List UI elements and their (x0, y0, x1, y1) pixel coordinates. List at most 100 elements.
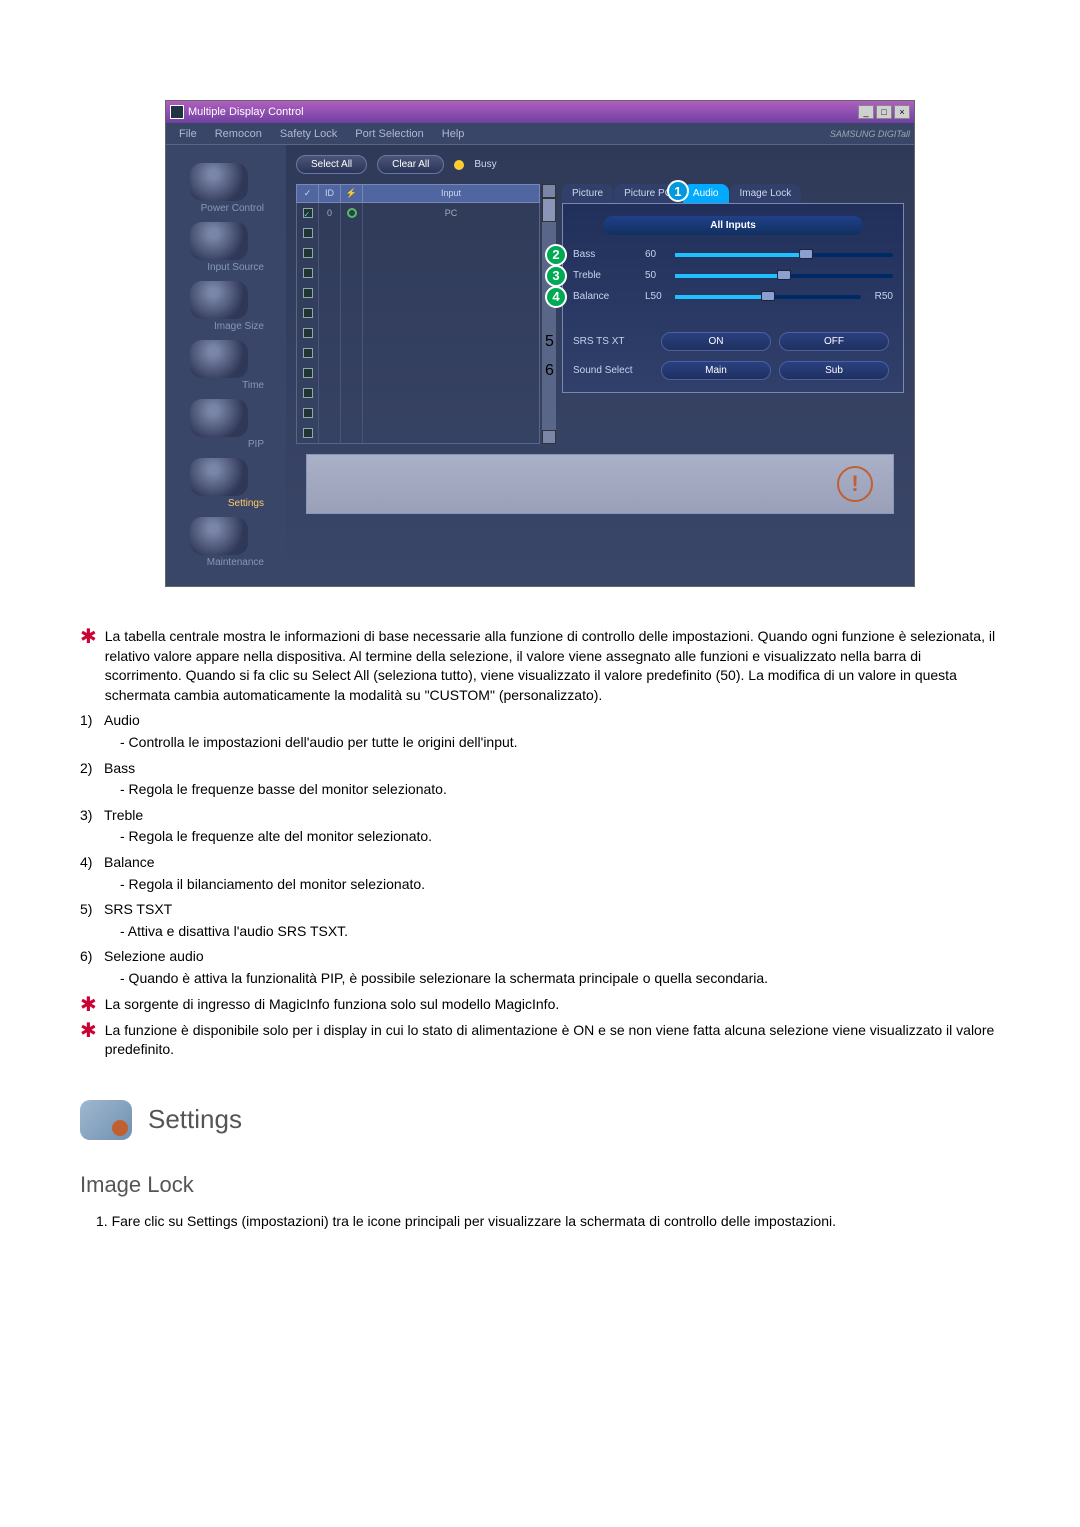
row-checkbox[interactable] (303, 248, 313, 258)
tab-picture[interactable]: Picture (562, 184, 613, 203)
slider-thumb[interactable] (761, 291, 775, 301)
item-title: Audio (104, 711, 140, 731)
row-input (363, 303, 539, 323)
row-id (319, 383, 341, 403)
sidebar-item-settings[interactable]: Settings (174, 458, 264, 509)
settings-section-icon (80, 1100, 132, 1140)
row-checkbox[interactable] (303, 348, 313, 358)
sidebar-item-time[interactable]: Time (174, 340, 264, 391)
scroll-thumb[interactable] (542, 198, 556, 222)
option-row-srs-ts-xt: 5SRS TS XTONOFF (573, 332, 893, 351)
table-row[interactable] (297, 243, 539, 263)
menu-safetylock[interactable]: Safety Lock (271, 125, 346, 143)
slider-track[interactable] (675, 295, 861, 299)
table-row[interactable] (297, 323, 539, 343)
row-status (341, 263, 363, 283)
pip-icon (190, 399, 248, 437)
grid-head-chk: ✓ (297, 185, 319, 202)
grid-body: 0PC (296, 203, 540, 444)
slider-thumb[interactable] (799, 249, 813, 259)
table-row[interactable] (297, 423, 539, 443)
option-button-sub[interactable]: Sub (779, 361, 889, 380)
table-row[interactable] (297, 303, 539, 323)
grid-head-input: Input (363, 185, 539, 202)
item-number: 3) (80, 806, 104, 826)
table-row[interactable]: 0PC (297, 203, 539, 223)
window-title: Multiple Display Control (188, 106, 304, 118)
table-row[interactable] (297, 263, 539, 283)
row-checkbox[interactable] (303, 228, 313, 238)
minimize-button[interactable]: _ (858, 105, 874, 119)
sidebar-item-input-source[interactable]: Input Source (174, 222, 264, 273)
footer-bar: ! (306, 454, 894, 514)
option-button-off[interactable]: OFF (779, 332, 889, 351)
audio-panel: All Inputs 2Bass603Treble504BalanceL50R5… (562, 203, 904, 393)
row-status (341, 383, 363, 403)
item-desc: - Quando è attiva la funzionalità PIP, è… (120, 969, 1000, 989)
row-checkbox[interactable] (303, 328, 313, 338)
row-checkbox[interactable] (303, 268, 313, 278)
item-number: 1) (80, 711, 104, 731)
menubar: File Remocon Safety Lock Port Selection … (166, 123, 914, 145)
sidebar-item-pip[interactable]: PIP (174, 399, 264, 450)
item-desc: - Attiva e disattiva l'audio SRS TSXT. (120, 922, 1000, 942)
row-status (341, 343, 363, 363)
sidebar-item-maintenance[interactable]: Maintenance (174, 517, 264, 568)
slider-track[interactable] (675, 253, 893, 257)
sidebar-item-power-control[interactable]: Power Control (174, 163, 264, 214)
table-row[interactable] (297, 283, 539, 303)
list-item: 4)Balance (80, 853, 1000, 873)
grid-scrollbar[interactable] (542, 184, 556, 444)
row-checkbox[interactable] (303, 428, 313, 438)
slider-track[interactable] (675, 274, 893, 278)
callout-5-badge: 5 (545, 333, 554, 351)
sidebar-item-image-size[interactable]: Image Size (174, 281, 264, 332)
maximize-button[interactable]: □ (876, 105, 892, 119)
table-row[interactable] (297, 403, 539, 423)
item-number: 2) (80, 759, 104, 779)
row-status (341, 403, 363, 423)
status-dot-icon (347, 208, 357, 218)
row-checkbox[interactable] (303, 368, 313, 378)
table-row[interactable] (297, 343, 539, 363)
close-button[interactable]: × (894, 105, 910, 119)
menu-portselection[interactable]: Port Selection (346, 125, 432, 143)
row-id (319, 363, 341, 383)
tab-image-lock[interactable]: Image Lock (730, 184, 802, 203)
tab-audio[interactable]: 1 Audio (683, 184, 729, 203)
row-checkbox[interactable] (303, 388, 313, 398)
clear-all-button[interactable]: Clear All (377, 155, 444, 174)
menu-remocon[interactable]: Remocon (206, 125, 271, 143)
option-button-main[interactable]: Main (661, 361, 771, 380)
settings-icon (190, 458, 248, 496)
row-id (319, 283, 341, 303)
menu-help[interactable]: Help (433, 125, 474, 143)
row-checkbox[interactable] (303, 408, 313, 418)
item-title: Bass (104, 759, 135, 779)
row-id (319, 423, 341, 443)
row-input (363, 343, 539, 363)
intro-paragraph: La tabella centrale mostra le informazio… (105, 627, 1000, 705)
select-all-button[interactable]: Select All (296, 155, 367, 174)
row-checkbox[interactable] (303, 288, 313, 298)
row-id (319, 243, 341, 263)
row-id (319, 343, 341, 363)
row-checkbox[interactable] (303, 308, 313, 318)
callout-1-badge: 1 (667, 180, 689, 202)
table-row[interactable] (297, 223, 539, 243)
option-label: Sound Select (573, 365, 657, 376)
scroll-down-arrow-icon[interactable] (542, 430, 556, 444)
star-icon: ✱ (80, 627, 97, 705)
grid-head-stat: ⚡ (341, 185, 363, 202)
row-checkbox[interactable] (303, 208, 313, 218)
list-item: 5)SRS TSXT (80, 900, 1000, 920)
table-row[interactable] (297, 363, 539, 383)
option-button-on[interactable]: ON (661, 332, 771, 351)
star-icon: ✱ (80, 1021, 97, 1060)
slider-value-right: R50 (865, 291, 893, 302)
slider-thumb[interactable] (777, 270, 791, 280)
table-row[interactable] (297, 383, 539, 403)
menu-file[interactable]: File (170, 125, 206, 143)
row-status (341, 323, 363, 343)
scroll-up-arrow-icon[interactable] (542, 184, 556, 198)
